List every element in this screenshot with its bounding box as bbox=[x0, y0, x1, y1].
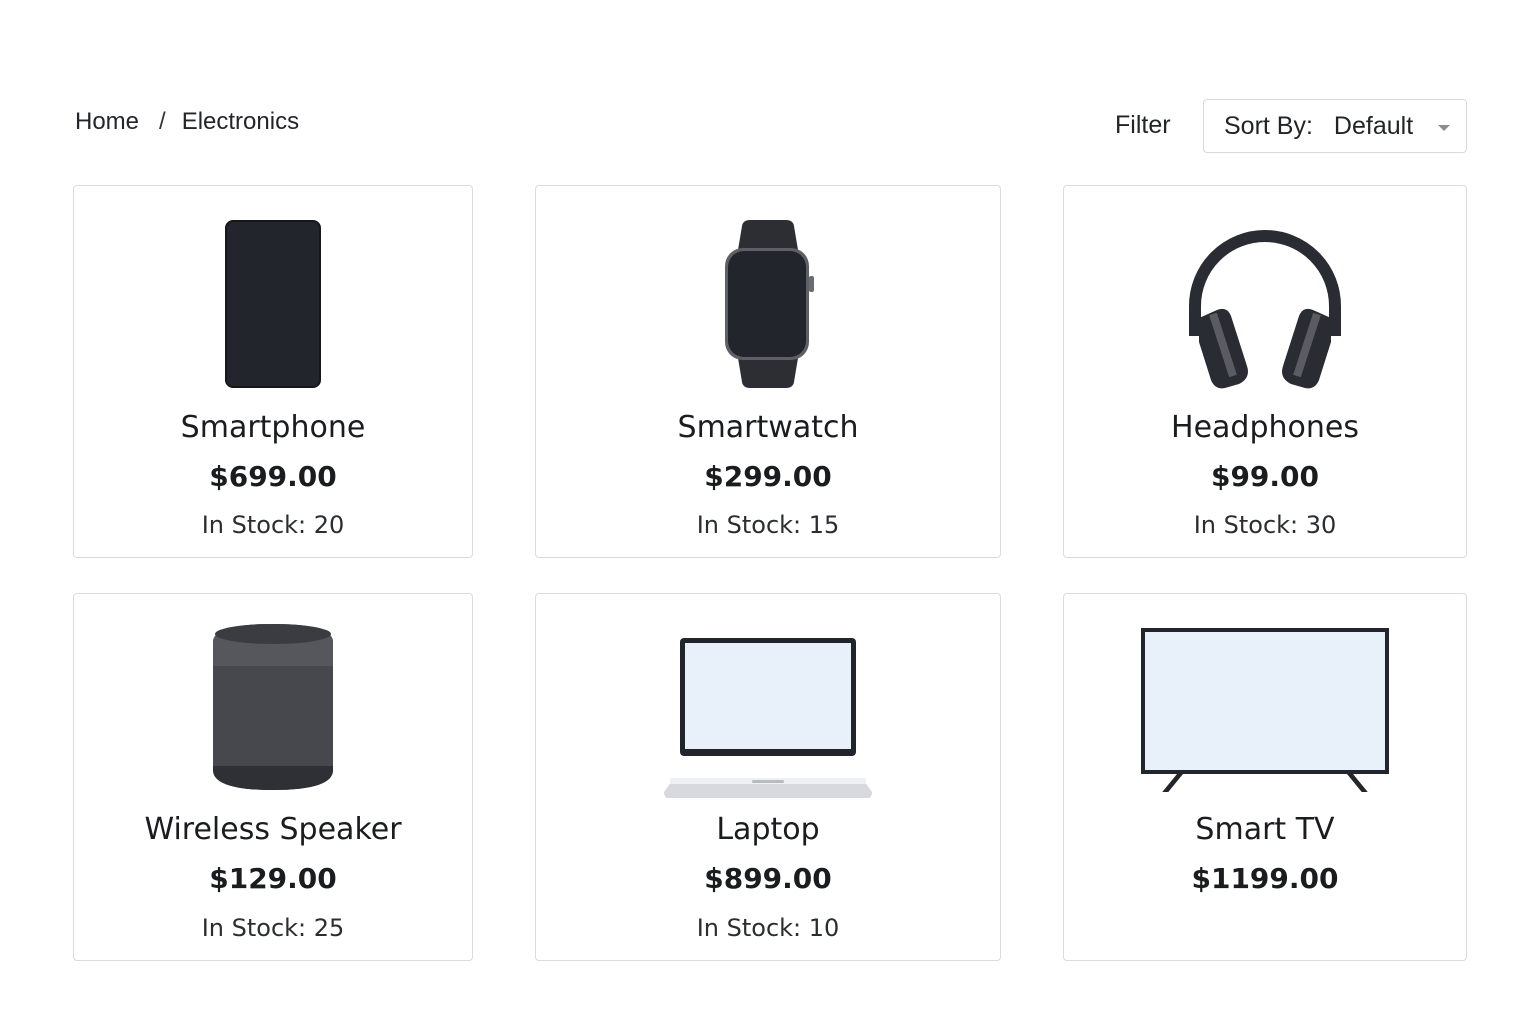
product-price: $1199.00 bbox=[1191, 862, 1339, 895]
product-card-headphones[interactable]: Headphones $99.00 In Stock: 30 bbox=[1063, 185, 1467, 558]
speaker-icon bbox=[74, 620, 472, 798]
breadcrumb-current: Electronics bbox=[181, 108, 300, 135]
product-stock: In Stock: 25 bbox=[201, 914, 345, 942]
product-card-wireless-speaker[interactable]: Wireless Speaker $129.00 In Stock: 25 bbox=[73, 593, 473, 961]
product-price: $129.00 bbox=[209, 862, 337, 895]
breadcrumb: Home / Electronics bbox=[75, 108, 299, 136]
product-name: Smartphone bbox=[180, 410, 366, 445]
product-price: $899.00 bbox=[704, 862, 832, 895]
product-stock: In Stock: 20 bbox=[201, 511, 345, 539]
product-name: Headphones bbox=[1171, 410, 1359, 445]
chevron-down-icon bbox=[1438, 125, 1450, 131]
product-price: $699.00 bbox=[209, 460, 337, 493]
sort-dropdown[interactable]: Sort By: Default bbox=[1203, 99, 1467, 153]
smartphone-icon bbox=[74, 218, 472, 390]
sort-label: Sort By: bbox=[1224, 111, 1313, 140]
product-name: Wireless Speaker bbox=[144, 812, 402, 847]
laptop-icon bbox=[536, 620, 1000, 798]
product-stock: In Stock: 10 bbox=[696, 914, 840, 942]
product-card-smartphone[interactable]: Smartphone $699.00 In Stock: 20 bbox=[73, 185, 473, 558]
product-card-smartwatch[interactable]: Smartwatch $299.00 In Stock: 15 bbox=[535, 185, 1001, 558]
product-name: Laptop bbox=[716, 812, 820, 847]
product-card-laptop[interactable]: Laptop $899.00 In Stock: 10 bbox=[535, 593, 1001, 961]
smartwatch-icon bbox=[536, 218, 1000, 390]
product-stock: In Stock: 15 bbox=[696, 511, 840, 539]
product-stock: In Stock: 30 bbox=[1193, 511, 1337, 539]
filter-button[interactable]: Filter bbox=[1115, 111, 1171, 140]
product-name: Smart TV bbox=[1195, 812, 1335, 847]
toolbar: Home / Electronics Filter Sort By: Defau… bbox=[0, 0, 1536, 180]
product-price: $299.00 bbox=[704, 460, 832, 493]
product-price: $99.00 bbox=[1210, 460, 1320, 493]
product-name: Smartwatch bbox=[677, 410, 859, 445]
sort-value: Default bbox=[1333, 111, 1414, 140]
product-card-smart-tv[interactable]: Smart TV $1199.00 bbox=[1063, 593, 1467, 961]
breadcrumb-home-link[interactable]: Home bbox=[75, 108, 139, 136]
headphones-icon bbox=[1064, 218, 1466, 390]
tv-icon bbox=[1064, 620, 1466, 798]
breadcrumb-separator: / bbox=[159, 108, 166, 135]
